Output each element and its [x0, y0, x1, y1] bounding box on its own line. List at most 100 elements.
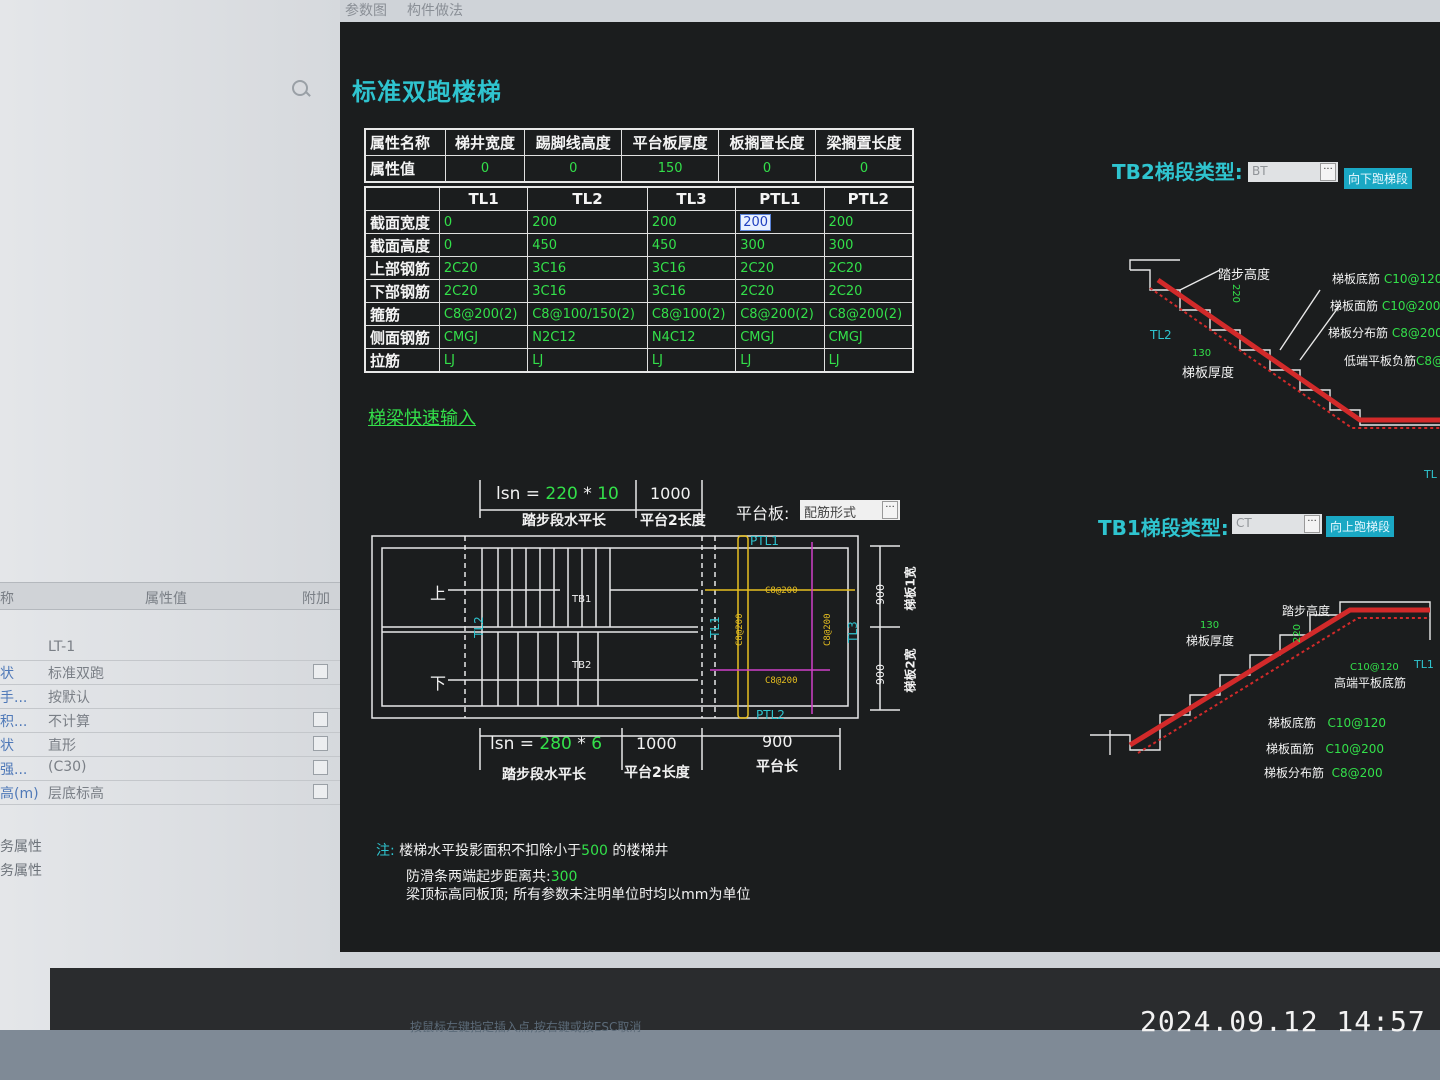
- beam-cell-editing[interactable]: 200: [735, 210, 825, 234]
- down-flight-button[interactable]: 向下跑梯段: [1344, 168, 1413, 189]
- beam-cell-edit-input[interactable]: 200: [740, 213, 772, 231]
- tb1-top-rebar-value[interactable]: C10@200: [1325, 742, 1384, 756]
- business-attr-group[interactable]: 务属性: [0, 836, 42, 856]
- beam-cell[interactable]: C8@100/150(2): [527, 302, 648, 326]
- attr-value-cell[interactable]: 0: [718, 155, 816, 183]
- attr-value-cell[interactable]: 0: [524, 155, 623, 183]
- tb2-bottom-rebar-value[interactable]: C10@120: [1384, 272, 1440, 286]
- width2-value[interactable]: 900: [874, 664, 887, 685]
- beam-cell[interactable]: 2C20: [438, 279, 529, 303]
- more-icon[interactable]: ···: [1320, 163, 1336, 181]
- tb2-low-neg-rebar-value[interactable]: C8@200: [1416, 354, 1440, 368]
- beam-cell[interactable]: 3C16: [646, 256, 737, 280]
- beam-cell[interactable]: C8@200(2): [735, 302, 825, 326]
- tb2-type-select[interactable]: BT ···: [1248, 162, 1338, 182]
- beam-quick-input-link[interactable]: 梯梁快速输入: [368, 404, 476, 430]
- beam-cell[interactable]: 3C16: [646, 279, 737, 303]
- tb1-type-value: CT: [1236, 516, 1252, 530]
- tb1-thickness-value[interactable]: 130: [1200, 620, 1219, 631]
- tb1-type-select[interactable]: CT ···: [1232, 514, 1322, 534]
- beam-cell[interactable]: LJ: [527, 348, 648, 373]
- platform-length[interactable]: 900: [762, 732, 793, 751]
- beam-cell[interactable]: LJ: [646, 348, 737, 373]
- anti-slip-distance-value[interactable]: 300: [551, 869, 578, 885]
- property-row[interactable]: 强... (C30): [0, 756, 340, 781]
- property-row[interactable]: 状 标准双跑: [0, 660, 340, 685]
- beam-cell[interactable]: CMGJ: [438, 325, 529, 349]
- beam-cell[interactable]: 0: [438, 210, 529, 234]
- tb1-bottom-rebar-value[interactable]: C10@120: [1327, 716, 1386, 730]
- note-text: 的楼梯井: [612, 843, 669, 859]
- beam-cell[interactable]: 300: [735, 233, 825, 257]
- beam-row-label: 箍筋: [364, 302, 440, 326]
- tb1-dist-rebar-value[interactable]: C8@200: [1332, 766, 1383, 780]
- beam-cell[interactable]: LJ: [735, 348, 825, 373]
- search-icon[interactable]: [292, 80, 308, 96]
- tab-component-method[interactable]: 构件做法: [407, 0, 463, 20]
- bottom-step-length-label: 踏步段水平长: [502, 767, 586, 783]
- beam-cell[interactable]: 450: [646, 233, 737, 257]
- stairwell-min-area-value[interactable]: 500: [581, 843, 608, 859]
- bottom-step-count[interactable]: 6: [591, 734, 602, 754]
- bottom-step-width[interactable]: 280: [539, 734, 571, 754]
- tb2-dist-rebar-value[interactable]: C8@200: [1392, 326, 1440, 340]
- beam-cell[interactable]: C8@100(2): [646, 302, 737, 326]
- tb1-step-height-value[interactable]: 220: [1292, 624, 1303, 643]
- beam-cell[interactable]: N4C12: [646, 325, 737, 349]
- attr-value-cell[interactable]: 150: [621, 155, 720, 183]
- property-row[interactable]: 积... 不计算: [0, 708, 340, 733]
- prop-name: 强...: [0, 762, 28, 778]
- property-row[interactable]: 手... 按默认: [0, 684, 340, 709]
- beam-cell[interactable]: CMGJ: [823, 325, 914, 349]
- business-attr-group[interactable]: 务属性: [0, 860, 42, 880]
- prop-value: LT-1: [48, 639, 76, 655]
- beam-cell[interactable]: N2C12: [527, 325, 648, 349]
- beam-cell[interactable]: 3C16: [527, 279, 648, 303]
- beam-cell[interactable]: 200: [527, 210, 648, 234]
- more-icon[interactable]: ···: [1304, 515, 1320, 533]
- beam-cell[interactable]: 200: [646, 210, 737, 234]
- width1-value[interactable]: 900: [874, 584, 887, 605]
- top-step-width[interactable]: 220: [545, 484, 577, 504]
- platform-rebar-select[interactable]: 配筋形式 ···: [800, 500, 900, 521]
- platform-slab-label: 平台板:: [736, 504, 790, 523]
- property-row[interactable]: 状 直形: [0, 732, 340, 757]
- beam-cell[interactable]: 2C20: [823, 256, 914, 280]
- attr-value-cell[interactable]: 0: [814, 155, 914, 183]
- beam-table-corner: [364, 186, 440, 211]
- more-icon[interactable]: ···: [882, 501, 898, 519]
- beam-cell[interactable]: C8@200(2): [823, 302, 914, 326]
- bottom-platform2-length[interactable]: 1000: [636, 734, 677, 753]
- beam-cell[interactable]: 2C20: [823, 279, 914, 303]
- tb2-type-title: TB2梯段类型:: [1112, 160, 1243, 184]
- beam-cell[interactable]: CMGJ: [735, 325, 825, 349]
- property-row[interactable]: 高(m) 层底标高: [0, 780, 340, 805]
- tb2-thickness-value[interactable]: 130: [1192, 348, 1211, 359]
- checkbox[interactable]: [313, 736, 328, 751]
- checkbox[interactable]: [313, 760, 328, 775]
- property-row[interactable]: LT-1: [0, 636, 340, 661]
- beam-cell[interactable]: C8@200(2): [438, 302, 529, 326]
- attr-value-cell[interactable]: 0: [444, 155, 526, 183]
- tb1-high-bottom-rebar-value[interactable]: C10@120: [1350, 662, 1399, 673]
- beam-cell[interactable]: 0: [438, 233, 529, 257]
- tb2-top-rebar-value[interactable]: C10@200: [1382, 299, 1440, 313]
- beam-cell[interactable]: LJ: [823, 348, 914, 373]
- beam-cell[interactable]: 200: [823, 210, 914, 234]
- beam-cell[interactable]: 3C16: [527, 256, 648, 280]
- beam-cell[interactable]: 300: [823, 233, 914, 257]
- beam-cell[interactable]: 2C20: [735, 256, 825, 280]
- beam-cell[interactable]: 2C20: [438, 256, 529, 280]
- beam-col-header: PTL2: [823, 186, 914, 211]
- top-platform2-length[interactable]: 1000: [650, 484, 691, 503]
- checkbox[interactable]: [313, 664, 328, 679]
- checkbox[interactable]: [313, 712, 328, 727]
- tab-param-diagram[interactable]: 参数图: [345, 0, 387, 20]
- beam-cell[interactable]: LJ: [438, 348, 529, 373]
- checkbox[interactable]: [313, 784, 328, 799]
- up-flight-button[interactable]: 向上跑梯段: [1326, 516, 1395, 537]
- top-step-count[interactable]: 10: [597, 484, 619, 504]
- beam-cell[interactable]: 450: [527, 233, 648, 257]
- tb2-step-height-value[interactable]: 220: [1230, 284, 1241, 303]
- beam-cell[interactable]: 2C20: [735, 279, 825, 303]
